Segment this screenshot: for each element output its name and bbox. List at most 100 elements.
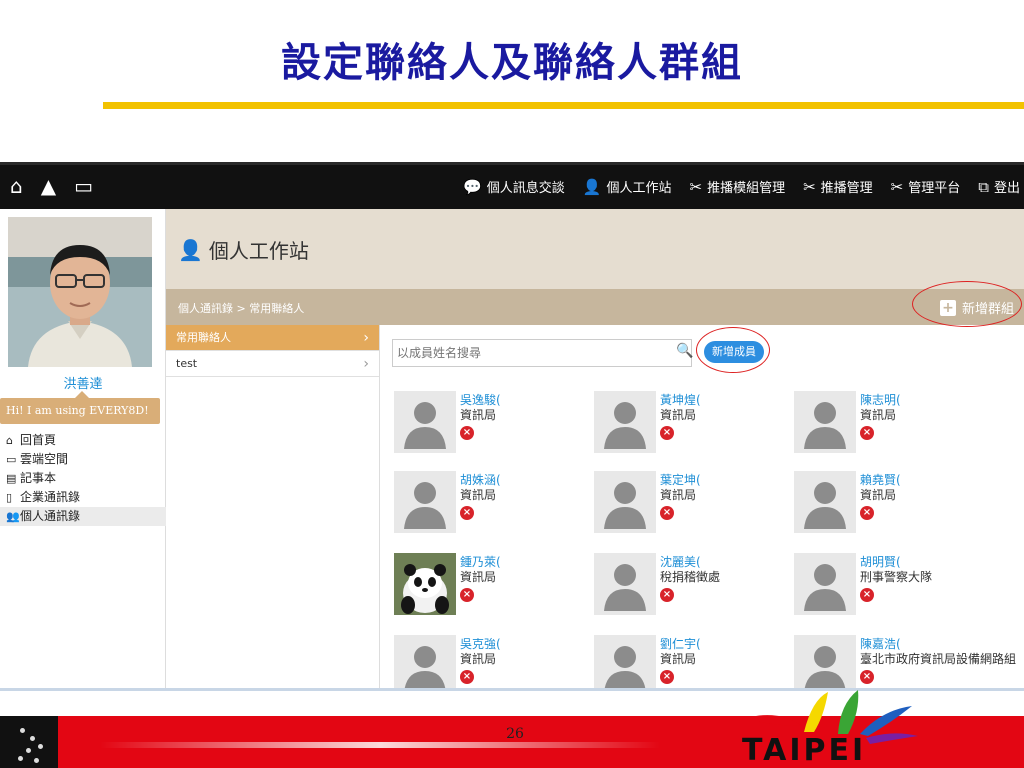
default-avatar-icon xyxy=(594,553,656,615)
page-title: 👤 個人工作站 xyxy=(178,237,309,264)
highlight-circle-add-group xyxy=(912,281,1022,327)
contact-card[interactable]: 吳克強( 資訊局 × xyxy=(394,635,594,688)
home-icon[interactable]: ⌂ xyxy=(10,175,23,197)
status-message: Hi! I am using EVERY8D! xyxy=(0,391,160,424)
remove-icon[interactable]: × xyxy=(660,670,674,684)
nav-admin-platform[interactable]: ✂ 管理平台 xyxy=(890,177,961,197)
top-navigation-bar: ⌂ ▲ ▭ 💬 個人訊息交談 👤 個人工作站 ✂ 推播模組管理 ✂ 推播管理 ✂ xyxy=(0,165,1024,209)
member-search-input[interactable] xyxy=(392,339,692,367)
chevron-right-icon: › xyxy=(363,330,369,346)
remove-icon[interactable]: × xyxy=(460,670,474,684)
tools-icon: ✂ xyxy=(689,177,703,196)
nav-push-module-admin[interactable]: ✂ 推播模組管理 xyxy=(689,177,785,197)
logout-icon: ⧉ xyxy=(978,177,989,196)
contact-dept: 資訊局 xyxy=(860,408,897,422)
contact-card[interactable]: 沈麗美( 稅捐稽徵處 × xyxy=(594,553,794,619)
default-avatar-icon xyxy=(794,391,856,453)
tools-icon: ✂ xyxy=(803,177,816,196)
sidebar-item-notebook[interactable]: ▤ 記事本 xyxy=(0,469,166,488)
contact-dept: 刑事警察大隊 xyxy=(860,570,933,584)
remove-icon[interactable]: × xyxy=(860,670,874,684)
sidebar-menu: ⌂ 回首頁 ▭ 雲端空間 ▤ 記事本 ▯ 企業通訊錄 👥 個人通訊錄 xyxy=(0,431,166,526)
sidebar-item-cloud[interactable]: ▭ 雲端空間 xyxy=(0,450,166,469)
contact-dept: 資訊局 xyxy=(460,652,497,666)
nav-logout[interactable]: ⧉ 登出 xyxy=(978,177,1020,197)
remove-icon[interactable]: × xyxy=(460,426,474,440)
contact-card[interactable]: 黃坤煌( 資訊局 × xyxy=(594,391,794,457)
group-list: 常用聯絡人 › test › xyxy=(166,325,380,688)
user-icon: 👤 xyxy=(178,237,203,262)
contact-card[interactable]: 鍾乃萊( 資訊局 × xyxy=(394,553,594,619)
contact-card[interactable]: 賴堯賢( 資訊局 × xyxy=(794,471,994,537)
default-avatar-icon xyxy=(394,391,456,453)
remove-icon[interactable]: × xyxy=(460,506,474,520)
remove-icon[interactable]: × xyxy=(660,506,674,520)
remove-icon[interactable]: × xyxy=(660,426,674,440)
contact-dept: 資訊局 xyxy=(460,570,497,584)
nav-personal-chat[interactable]: 💬 個人訊息交談 xyxy=(463,177,565,197)
contact-card[interactable]: 吳逸駿( 資訊局 × xyxy=(394,391,594,457)
message-icon[interactable]: ▭ xyxy=(74,175,93,197)
remove-icon[interactable]: × xyxy=(460,588,474,602)
contact-card[interactable]: 葉定坤( 資訊局 × xyxy=(594,471,794,537)
sidebar: 洪善達 Hi! I am using EVERY8D! ⌂ 回首頁 ▭ 雲端空間 ▤… xyxy=(0,209,166,688)
contact-dept: 臺北市政府資訊局設備網路組 xyxy=(860,652,1017,666)
breadcrumb[interactable]: 個人通訊錄 > 常用聯絡人 xyxy=(178,300,304,316)
group-item-test[interactable]: test › xyxy=(166,351,379,377)
contact-card[interactable]: 劉仁宇( 資訊局 × xyxy=(594,635,794,688)
page-number: 26 xyxy=(506,726,524,742)
contact-card[interactable]: 陳志明( 資訊局 × xyxy=(794,391,994,457)
light-streak xyxy=(100,742,660,748)
chevron-right-icon: › xyxy=(363,356,369,372)
panda-avatar xyxy=(394,553,456,615)
sidebar-item-home[interactable]: ⌂ 回首頁 xyxy=(0,431,166,450)
contact-dept: 稅捐稽徵處 xyxy=(660,570,721,584)
nav-push-admin[interactable]: ✂ 推播管理 xyxy=(803,177,873,197)
home-icon: ⌂ xyxy=(6,434,13,447)
default-avatar-icon xyxy=(794,471,856,533)
contact-dept: 資訊局 xyxy=(660,652,697,666)
slide-title: 設定聯絡人及聯絡人群組 xyxy=(281,39,743,86)
contact-dept: 資訊局 xyxy=(460,408,497,422)
tools-icon: ✂ xyxy=(890,177,904,196)
logo-text: TAIPEI xyxy=(742,733,867,768)
highlight-circle-add-member xyxy=(696,327,770,373)
notebook-icon: ▤ xyxy=(6,472,17,485)
cloud-icon: ▭ xyxy=(6,453,17,466)
chat-icon: 💬 xyxy=(463,177,482,196)
contact-card[interactable]: 胡姝涵( 資訊局 × xyxy=(394,471,594,537)
contact-dept: 資訊局 xyxy=(660,408,697,422)
alert-icon[interactable]: ▲ xyxy=(41,175,56,197)
default-avatar-icon xyxy=(594,635,656,688)
contacts-icon: 👥 xyxy=(6,510,20,523)
app-screenshot: ⌂ ▲ ▭ 💬 個人訊息交談 👤 個人工作站 ✂ 推播模組管理 ✂ 推播管理 ✂ xyxy=(0,162,1024,688)
main-nav: 💬 個人訊息交談 👤 個人工作站 ✂ 推播模組管理 ✂ 推播管理 ✂ 管理平台 … xyxy=(463,177,1020,197)
default-avatar-icon xyxy=(594,471,656,533)
contact-dept: 資訊局 xyxy=(660,488,697,502)
contact-dept: 資訊局 xyxy=(860,488,897,502)
contact-card[interactable]: 陳嘉浩( 臺北市政府資訊局設備網路組 × xyxy=(794,635,1016,688)
phone-icon: ▯ xyxy=(6,491,13,504)
sidebar-item-enterprise-contacts[interactable]: ▯ 企業通訊錄 xyxy=(0,488,166,507)
avatar[interactable] xyxy=(8,217,152,367)
sidebar-item-personal-contacts[interactable]: 👥 個人通訊錄 xyxy=(0,507,166,526)
remove-icon[interactable]: × xyxy=(860,506,874,520)
remove-icon[interactable]: × xyxy=(860,588,874,602)
user-icon: 👤 xyxy=(582,177,602,196)
page-header: 👤 個人工作站 xyxy=(166,209,1024,289)
dots-decoration xyxy=(0,716,58,768)
remove-icon[interactable]: × xyxy=(660,588,674,602)
default-avatar-icon xyxy=(794,635,856,688)
default-avatar-icon xyxy=(794,553,856,615)
breadcrumb-bar: 個人通訊錄 > 常用聯絡人 + 新增群組 xyxy=(166,289,1024,325)
user-name[interactable]: 洪善達 xyxy=(0,373,166,392)
title-underline xyxy=(103,102,1024,109)
group-item-frequent[interactable]: 常用聯絡人 › xyxy=(166,325,379,351)
member-panel: 🔍 新增成員 吳逸駿( 資訊局 × 黃坤煌( 資訊局 × 陳志明( 資訊局 × xyxy=(380,325,1024,688)
contact-card[interactable]: 胡明賢( 刑事警察大隊 × xyxy=(794,553,994,619)
nav-workstation[interactable]: 👤 個人工作站 xyxy=(582,177,672,197)
search-icon[interactable]: 🔍 xyxy=(676,343,693,359)
default-avatar-icon xyxy=(394,635,456,688)
remove-icon[interactable]: × xyxy=(860,426,874,440)
contact-dept: 資訊局 xyxy=(460,488,497,502)
